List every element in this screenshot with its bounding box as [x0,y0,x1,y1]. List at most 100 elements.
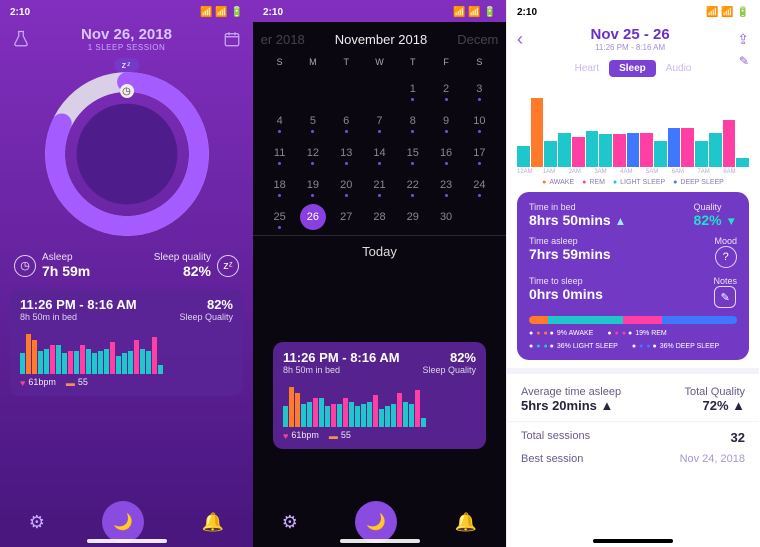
card-pct: 82% [179,297,233,312]
calendar-day[interactable]: 15 [396,137,429,169]
legend-light: LIGHT SLEEP [613,179,665,186]
best-row[interactable]: Best session Nov 24, 2018 [507,449,759,469]
next-month[interactable]: Decem [457,32,498,47]
status-indicators: 📶 📶 🔋 [453,7,496,18]
calendar-day[interactable]: 12 [296,137,329,169]
session-card-peek[interactable]: 11:26 PM - 8:16 AM 8h 50m in bed 82% Sle… [273,342,486,449]
calendar-day[interactable]: 10 [463,105,496,137]
settings-icon[interactable]: ⚙ [29,512,45,533]
ta-label: Time asleep [529,236,611,246]
calendar-day[interactable]: 11 [263,137,296,169]
tab-heart[interactable]: Heart [565,60,609,77]
status-bar: 2:10 📶 📶 🔋 [0,0,253,22]
calendar-day[interactable]: 19 [296,169,329,201]
legend-awake: AWAKE [542,179,574,186]
tab-audio[interactable]: Audio [656,60,702,77]
tib-label: Time in bed [529,202,626,212]
clock: 2:10 [517,7,537,18]
day-of-week-row: SMTWTFS [253,53,506,71]
session-bars [20,328,233,374]
card-inbed: 8h 50m in bed [283,365,400,375]
calendar-day[interactable]: 5 [296,105,329,137]
sleep-ring[interactable]: zᶻ ◷ [37,64,217,244]
calendar-day[interactable]: 16 [429,137,462,169]
calendar-day[interactable]: 24 [463,169,496,201]
chart-legend: AWAKE REM LIGHT SLEEP DEEP SLEEP [507,179,759,186]
date-title: Nov 25 - 26 [591,26,670,43]
card-inbed: 8h 50m in bed [20,312,137,322]
calendar-day[interactable]: 29 [396,201,429,233]
notes-button[interactable]: ✎ [714,286,736,308]
calendar-day[interactable]: 22 [396,169,429,201]
session-card[interactable]: 11:26 PM - 8:16 AM 8h 50m in bed 82% Sle… [10,289,243,396]
decibels: 55 [66,377,88,388]
legend-deep: DEEP SLEEP [673,179,724,186]
calendar-grid[interactable]: 1234567891011121314151617181920212223242… [253,71,506,235]
calendar-icon[interactable] [223,30,241,48]
calendar-day[interactable]: 13 [330,137,363,169]
card-range: 11:26 PM - 8:16 AM [20,297,137,312]
tab-sleep[interactable]: Sleep [609,60,656,77]
decibels: 55 [329,430,351,441]
calendar-day[interactable]: 9 [429,105,462,137]
settings-icon[interactable]: ⚙ [282,512,298,533]
calendar-day[interactable]: 18 [263,169,296,201]
calendar-day[interactable]: 4 [263,105,296,137]
calendar-day[interactable]: 26 [296,201,329,233]
clock-badge-icon: ◷ [120,84,134,98]
flask-icon[interactable] [12,30,30,48]
calendar-day[interactable]: 25 [263,201,296,233]
session-count: 1 SLEEP SESSION [81,43,172,52]
sleep-button[interactable]: 🌙 [102,501,144,543]
segmented-control[interactable]: Heart Sleep Audio [507,60,759,77]
calendar-day[interactable]: 8 [396,105,429,137]
calendar-day[interactable]: 14 [363,137,396,169]
tq-label: Total Quality [684,386,745,398]
calendar-day[interactable]: 28 [363,201,396,233]
breakdown-legend: ● 9% AWAKE ● 19% REM ● 36% LIGHT SLEEP ●… [529,330,737,350]
tq-value: 72% ▲ [684,398,745,413]
clock-icon: ◷ [14,255,36,277]
card-pct: 82% [422,350,476,365]
calendar-day[interactable]: 7 [363,105,396,137]
calendar-day[interactable]: 6 [330,105,363,137]
avg-row: Average time asleep 5hrs 20mins ▲ Total … [507,382,759,417]
quality-value: 82% ▼ [694,212,737,228]
home-indicator[interactable] [87,539,167,543]
share-icon[interactable]: ⇪ [737,31,749,48]
bs-label: Best session [521,453,583,465]
mood-button[interactable]: ? [715,246,737,268]
avg-label: Average time asleep [521,386,621,398]
asleep-value: 7h 59m [42,263,90,279]
x-axis: 12AM1AM2AM3AM4AM5AM6AM7AM8AM [517,169,749,175]
asleep-label: Asleep [42,252,90,263]
back-icon[interactable]: ‹ [517,29,523,50]
calendar-day[interactable]: 1 [396,73,429,105]
quality-value: 82% [154,263,211,279]
calendar-day[interactable]: 20 [330,169,363,201]
home-indicator[interactable] [593,539,673,543]
tib-value: 8hrs 50mins ▲ [529,212,626,228]
today-button[interactable]: Today [253,235,506,267]
sessions-row[interactable]: Total sessions 32 [507,426,759,449]
ts-label: Total sessions [521,430,590,445]
sleep-button[interactable]: 🌙 [355,501,397,543]
date-header[interactable]: Nov 26, 2018 1 SLEEP SESSION [81,26,172,52]
calendar-day[interactable]: 3 [463,73,496,105]
prev-month[interactable]: er 2018 [261,32,305,47]
alarm-icon[interactable]: 🔔 [455,512,477,533]
calendar-day[interactable]: 30 [429,201,462,233]
home-indicator[interactable] [340,539,420,543]
calendar-day[interactable]: 23 [429,169,462,201]
header: Nov 26, 2018 1 SLEEP SESSION [0,22,253,54]
calendar-day[interactable]: 27 [330,201,363,233]
calendar-header[interactable]: er 2018 November 2018 Decem [253,22,506,53]
header: ‹ Nov 25 - 26 11:26 PM - 8:16 AM ⇪ [507,22,759,54]
calendar-day[interactable]: 21 [363,169,396,201]
alarm-icon[interactable]: 🔔 [202,512,224,533]
edit-icon[interactable]: ✎ [739,54,749,68]
zz-icon: zᶻ [217,255,239,277]
calendar-day[interactable]: 2 [429,73,462,105]
calendar-day[interactable]: 17 [463,137,496,169]
ts-value: 32 [731,430,745,445]
